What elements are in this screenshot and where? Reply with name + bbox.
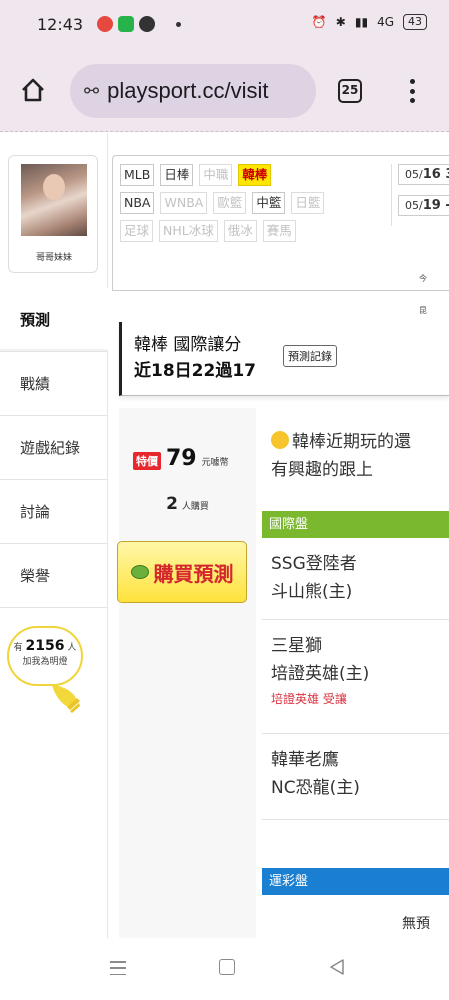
buy-prediction-label: 購買預測 — [153, 561, 234, 586]
side-item-game-history[interactable]: 遊戲紀錄 — [0, 416, 108, 480]
network-type-label: 4G — [377, 15, 394, 29]
alarm-icon: ⏰ — [311, 15, 327, 29]
sport-tag-nba[interactable]: NBA — [120, 192, 155, 214]
coin-icon — [130, 565, 149, 579]
price-unit: 元噱幣 — [201, 458, 229, 468]
profile-card[interactable]: 哥哥妹妹 — [8, 155, 98, 273]
side-note: 今 — [419, 274, 427, 283]
no-prediction-text: 無預 — [402, 916, 430, 932]
smile-emoji-icon — [271, 431, 289, 449]
fans-caption: 加我為明燈 — [22, 657, 68, 667]
sport-tag-kbo[interactable]: 韓棒 — [238, 164, 272, 186]
notification-more-dot-icon — [176, 22, 181, 27]
bluetooth-icon: ✱ — [335, 15, 346, 29]
battery-icon: 43 — [403, 14, 427, 30]
sport-tag-euro-basketball[interactable]: 歐籃 — [213, 192, 247, 214]
prediction-title: 韓棒 國際讓分 — [134, 335, 242, 355]
date-list: 05/16 3 05/19 - — [391, 164, 449, 226]
price-row: 特價 79 元噱幣 — [133, 446, 229, 471]
status-time: 12:43 — [37, 15, 84, 34]
fans-prefix: 有 — [13, 643, 23, 653]
sport-tag-horse-racing[interactable]: 賽馬 — [262, 220, 296, 242]
prediction-content: 韓棒近期玩的還 有興趣的跟上 國際盤 SSG登陸者 斗山熊(主) 三星獅 培證英… — [262, 408, 449, 938]
match-pick: 培證英雄 受讓 — [271, 692, 347, 706]
fans-count: 2156 — [25, 638, 65, 654]
buyers-count: 2 人購買 — [166, 494, 209, 514]
date-chip[interactable]: 05/16 3 — [398, 164, 449, 185]
sport-tag-jp-baseball[interactable]: 日棒 — [160, 164, 194, 186]
avatar[interactable] — [21, 164, 87, 236]
prediction-header: 韓棒 國際讓分 預測記錄 近18日22過17 — [119, 322, 449, 396]
profile-name: 哥哥妹妹 — [35, 253, 72, 263]
sport-tag-cpbl[interactable]: 中職 — [199, 164, 233, 186]
side-note: 昆 — [419, 306, 427, 315]
sports-nav-panel: MLB 日棒 中職 韓棒 NBA WNBA 歐籃 中籃 日籃 足球 NHL冰球 … — [112, 155, 449, 291]
prediction-record-button[interactable]: 預測記錄 — [283, 345, 337, 367]
prediction-intro: 韓棒近期玩的還 有興趣的跟上 — [271, 431, 411, 480]
sport-tag-nhl[interactable]: NHL冰球 — [159, 220, 218, 242]
list-item: SSG登陸者 斗山熊(主) — [262, 538, 449, 620]
status-icons: ⏰ ✱ ▮▮ 4G 43 — [312, 14, 427, 30]
price-panel: 特價 79 元噱幣 2 人購買 購買預測 — [117, 408, 256, 938]
match-away: SSG登陸者 — [271, 554, 357, 574]
site-settings-icon[interactable]: ⚯ — [84, 81, 99, 102]
list-item: 三星獅 培證英雄(主) 培證英雄 受讓 — [262, 620, 449, 734]
home-icon[interactable] — [20, 77, 46, 103]
back-icon[interactable] — [328, 958, 346, 976]
fans-suffix: 人 — [67, 643, 77, 653]
match-away: 韓華老鷹 — [271, 750, 339, 770]
list-item: 韓華老鷹 NC恐龍(主) — [262, 734, 449, 820]
tab-switcher-button[interactable]: 25 — [338, 79, 362, 103]
sport-tag-cn-basketball[interactable]: 中籃 — [252, 192, 286, 214]
international-section-header: 國際盤 — [262, 511, 449, 538]
address-bar[interactable]: ⚯ playsport.cc/visit — [70, 64, 316, 118]
sport-tag-jp-basketball[interactable]: 日籃 — [291, 192, 325, 214]
browser-toolbar: ⚯ playsport.cc/visit 25 — [0, 50, 449, 132]
sport-tag-mlb[interactable]: MLB — [120, 164, 155, 186]
match-home: NC恐龍(主) — [271, 778, 360, 798]
browser-menu-icon[interactable] — [404, 76, 420, 106]
price-value: 79 — [166, 446, 197, 471]
system-nav-bar — [0, 938, 449, 1000]
match-home: 斗山熊(主) — [271, 582, 353, 602]
prediction-stats: 近18日22過17 — [134, 361, 256, 381]
status-bar: 12:43 ⏰ ✱ ▮▮ 4G 43 — [0, 0, 449, 50]
sport-tag-soccer[interactable]: 足球 — [120, 220, 154, 242]
side-menu: 預測 戰績 遊戲紀錄 討論 榮譽 — [0, 288, 108, 608]
home-nav-icon[interactable] — [219, 959, 235, 975]
lightbulb-icon — [52, 685, 80, 713]
date-chip[interactable]: 05/19 - — [398, 195, 449, 216]
notification-app-icon — [97, 16, 113, 32]
url-text: playsport.cc/visit — [107, 78, 269, 103]
side-item-honors[interactable]: 榮譽 — [0, 544, 108, 608]
fans-bubble[interactable]: 有 2156 人 加我為明燈 — [7, 626, 83, 686]
sport-tag-wnba[interactable]: WNBA — [160, 192, 208, 214]
sidebar: 哥哥妹妹 預測 戰績 遊戲紀錄 討論 榮譽 有 2156 人 加我為明燈 — [0, 133, 108, 938]
side-item-predictions[interactable]: 預測 — [0, 288, 108, 352]
notification-line-icon — [118, 16, 134, 32]
sport-tag-ru-hockey[interactable]: 俄冰 — [223, 220, 257, 242]
sports-lottery-section-header: 運彩盤 — [262, 868, 449, 895]
signal-icon: ▮▮ — [354, 15, 369, 29]
recents-icon[interactable] — [110, 961, 126, 975]
web-page: 哥哥妹妹 預測 戰績 遊戲紀錄 討論 榮譽 有 2156 人 加我為明燈 MLB… — [0, 133, 449, 938]
match-home: 培證英雄(主) — [271, 664, 370, 684]
notification-chat-icon — [139, 16, 155, 32]
match-away: 三星獅 — [271, 636, 322, 656]
special-price-badge: 特價 — [133, 452, 161, 470]
side-item-discussion[interactable]: 討論 — [0, 480, 108, 544]
side-item-record[interactable]: 戰績 — [0, 352, 108, 416]
buy-prediction-button[interactable]: 購買預測 — [117, 541, 247, 603]
